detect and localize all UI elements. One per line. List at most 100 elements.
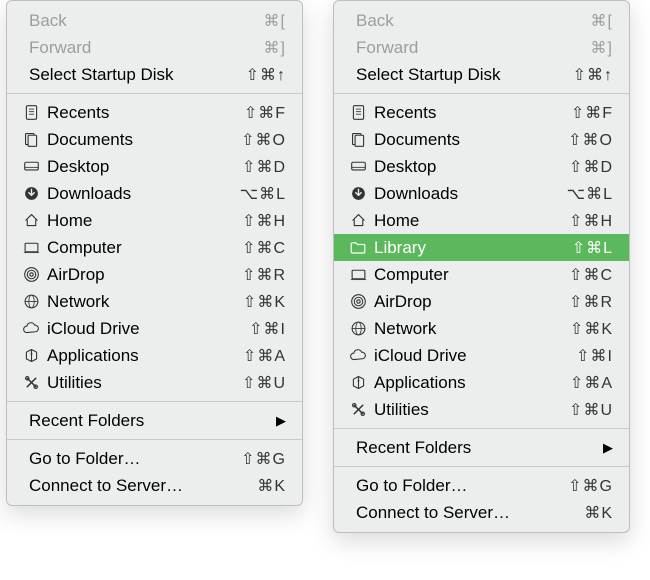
menu-item-apps[interactable]: Applications⇧⌘A: [334, 369, 629, 396]
menu-item-gotofolder[interactable]: Go to Folder…⇧⌘G: [7, 445, 302, 472]
menu-item-forward: Forward⌘]: [7, 34, 302, 61]
menu-item-desktop[interactable]: Desktop⇧⌘D: [7, 153, 302, 180]
network-icon: [348, 320, 368, 337]
menu-item-shortcut: ⇧⌘G: [568, 476, 613, 496]
menu-item-shortcut: ⇧⌘↑: [246, 65, 286, 85]
menu-item-back: Back⌘[: [334, 7, 629, 34]
menu-item-label: Computer: [374, 265, 569, 285]
menu-item-shortcut: ⌘[: [264, 11, 286, 31]
menu-item-recent-folders[interactable]: Recent Folders▶: [7, 407, 302, 434]
menu-item-airdrop[interactable]: AirDrop⇧⌘R: [334, 288, 629, 315]
menu-item-label: Network: [374, 319, 570, 339]
menu-item-shortcut: ⇧⌘O: [568, 130, 613, 150]
menu-item-icloud[interactable]: iCloud Drive⇧⌘I: [334, 342, 629, 369]
documents-icon: [348, 131, 368, 148]
menu-item-label: Back: [356, 11, 591, 31]
menu-item-airdrop[interactable]: AirDrop⇧⌘R: [7, 261, 302, 288]
desktop-icon: [21, 158, 41, 175]
menu-item-shortcut: ⇧⌘L: [572, 238, 613, 258]
menu-item-home[interactable]: Home⇧⌘H: [334, 207, 629, 234]
apps-icon: [348, 374, 368, 391]
menu-item-shortcut: ⇧⌘I: [576, 346, 613, 366]
menu-item-downloads[interactable]: Downloads⌥⌘L: [334, 180, 629, 207]
menu-item-startup[interactable]: Select Startup Disk⇧⌘↑: [334, 61, 629, 88]
menu-item-recents[interactable]: Recents⇧⌘F: [334, 99, 629, 126]
menu-item-label: Recent Folders: [29, 411, 272, 431]
menu-item-label: Home: [374, 211, 569, 231]
menu-item-label: Home: [47, 211, 242, 231]
menu-item-network[interactable]: Network⇧⌘K: [334, 315, 629, 342]
airdrop-icon: [21, 266, 41, 283]
menu-separator: [334, 428, 629, 429]
menu-item-shortcut: ⌥⌘L: [567, 184, 613, 204]
go-menu-right: Back⌘[Forward⌘]Select Startup Disk⇧⌘↑Rec…: [333, 0, 630, 533]
menu-item-label: AirDrop: [47, 265, 242, 285]
submenu-arrow-icon: ▶: [276, 413, 286, 429]
menu-item-connect[interactable]: Connect to Server…⌘K: [7, 472, 302, 499]
menu-separator: [334, 466, 629, 467]
menu-item-library[interactable]: Library⇧⌘L: [334, 234, 629, 261]
menu-item-shortcut: ⌘K: [584, 503, 613, 523]
menu-item-label: Downloads: [47, 184, 240, 204]
menu-item-recents[interactable]: Recents⇧⌘F: [7, 99, 302, 126]
menu-item-network[interactable]: Network⇧⌘K: [7, 288, 302, 315]
menu-item-label: Library: [374, 238, 572, 258]
menu-item-utilities[interactable]: Utilities⇧⌘U: [334, 396, 629, 423]
home-icon: [348, 212, 368, 229]
cloud-icon: [21, 320, 41, 337]
menu-item-label: Documents: [47, 130, 241, 150]
menu-item-computer[interactable]: Computer⇧⌘C: [334, 261, 629, 288]
go-menu-left: Back⌘[Forward⌘]Select Startup Disk⇧⌘↑Rec…: [6, 0, 303, 506]
menu-separator: [334, 93, 629, 94]
menu-item-shortcut: ⇧⌘D: [569, 157, 613, 177]
menu-item-documents[interactable]: Documents⇧⌘O: [334, 126, 629, 153]
download-icon: [348, 185, 368, 202]
menu-item-shortcut: ⇧⌘C: [242, 238, 286, 258]
menu-item-shortcut: ⇧⌘U: [569, 400, 613, 420]
menu-item-documents[interactable]: Documents⇧⌘O: [7, 126, 302, 153]
menu-item-label: Select Startup Disk: [356, 65, 573, 85]
utilities-icon: [348, 401, 368, 418]
menu-item-label: Recents: [374, 103, 571, 123]
menu-item-utilities[interactable]: Utilities⇧⌘U: [7, 369, 302, 396]
menu-item-connect[interactable]: Connect to Server…⌘K: [334, 499, 629, 526]
menu-item-desktop[interactable]: Desktop⇧⌘D: [334, 153, 629, 180]
apps-icon: [21, 347, 41, 364]
menu-item-shortcut: ⌘]: [591, 38, 613, 58]
menu-item-shortcut: ⇧⌘H: [569, 211, 613, 231]
menu-item-label: Applications: [374, 373, 570, 393]
menu-item-label: Forward: [29, 38, 264, 58]
menu-item-apps[interactable]: Applications⇧⌘A: [7, 342, 302, 369]
menu-item-startup[interactable]: Select Startup Disk⇧⌘↑: [7, 61, 302, 88]
menu-item-downloads[interactable]: Downloads⌥⌘L: [7, 180, 302, 207]
menu-item-shortcut: ⇧⌘F: [571, 103, 613, 123]
menu-item-label: Utilities: [374, 400, 569, 420]
menu-item-gotofolder[interactable]: Go to Folder…⇧⌘G: [334, 472, 629, 499]
menu-item-shortcut: ⌘K: [257, 476, 286, 496]
menu-item-label: Go to Folder…: [356, 476, 568, 496]
menu-item-label: Utilities: [47, 373, 242, 393]
network-icon: [21, 293, 41, 310]
menu-item-shortcut: ⇧⌘A: [570, 373, 613, 393]
menu-item-shortcut: ⇧⌘G: [241, 449, 286, 469]
menu-item-recent-folders[interactable]: Recent Folders▶: [334, 434, 629, 461]
menu-item-icloud[interactable]: iCloud Drive⇧⌘I: [7, 315, 302, 342]
stage: Back⌘[Forward⌘]Select Startup Disk⇧⌘↑Rec…: [0, 0, 650, 533]
submenu-arrow-icon: ▶: [603, 440, 613, 456]
clock-doc-icon: [348, 104, 368, 121]
menu-item-shortcut: ⇧⌘H: [242, 211, 286, 231]
menu-item-shortcut: ⇧⌘K: [570, 319, 613, 339]
menu-item-shortcut: ⇧⌘K: [243, 292, 286, 312]
menu-item-label: Connect to Server…: [29, 476, 257, 496]
menu-item-computer[interactable]: Computer⇧⌘C: [7, 234, 302, 261]
menu-item-label: Applications: [47, 346, 243, 366]
desktop-icon: [348, 158, 368, 175]
cloud-icon: [348, 347, 368, 364]
menu-item-shortcut: ⇧⌘R: [569, 292, 613, 312]
menu-separator: [7, 401, 302, 402]
menu-item-home[interactable]: Home⇧⌘H: [7, 207, 302, 234]
menu-item-shortcut: ⌘[: [591, 11, 613, 31]
menu-item-shortcut: ⌘]: [264, 38, 286, 58]
menu-item-shortcut: ⇧⌘U: [242, 373, 286, 393]
utilities-icon: [21, 374, 41, 391]
